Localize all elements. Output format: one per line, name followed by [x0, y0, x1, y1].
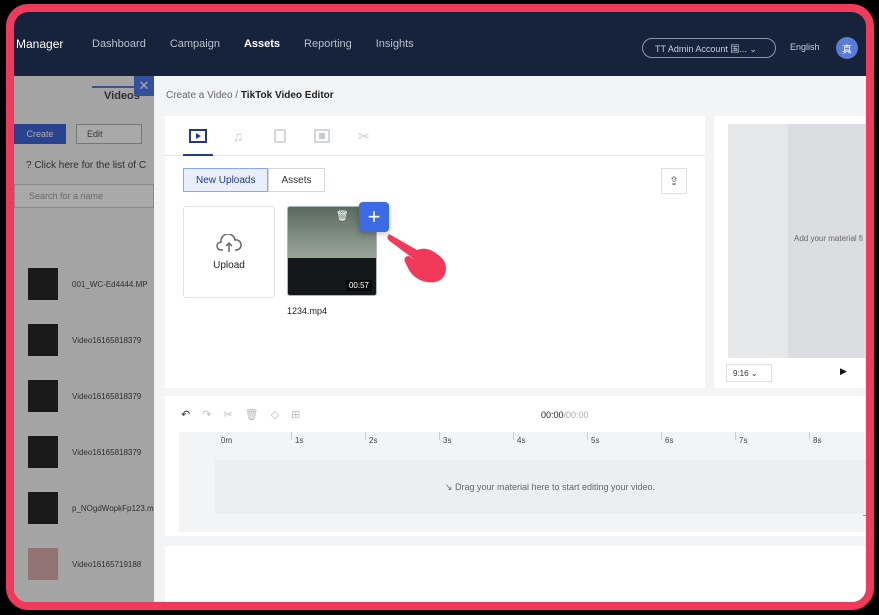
nav-campaign[interactable]: Campaign: [170, 38, 220, 50]
tab-new-uploads[interactable]: New Uploads: [183, 168, 269, 192]
app-frame: Manager Dashboard Campaign Assets Report…: [6, 4, 874, 610]
video-editor: Create a Video / TikTok Video Editor ♫ ✂…: [154, 76, 866, 602]
timeline-ruler: 0m 1s 2s 3s 4s 5s 6s 7s 8s: [179, 432, 866, 454]
redo-icon[interactable]: ↷: [202, 408, 211, 421]
tick-label: 3s: [443, 436, 452, 445]
upload-source-toggle: New Uploads Assets: [183, 168, 325, 192]
breadcrumb-parent[interactable]: Create a Video: [166, 90, 233, 101]
sticker-icon[interactable]: [313, 128, 331, 144]
account-selector[interactable]: TT Admin Account 国... ⌄: [642, 38, 776, 58]
nav-reporting[interactable]: Reporting: [304, 38, 352, 50]
timeline-track: 0m 1s 2s 3s 4s 5s 6s 7s 8s ↘ Drag your m…: [179, 432, 866, 532]
aspect-ratio-select[interactable]: 9:16 ⌄: [726, 364, 772, 382]
cloud-upload-icon: [216, 233, 242, 252]
tick-label: 7s: [739, 436, 748, 445]
pointing-hand-icon: [387, 234, 446, 283]
active-tab-underline: [183, 154, 213, 156]
preview-panel: Add your material fi 9:16 ⌄ ▶: [714, 116, 866, 388]
overlay-dim: [14, 76, 154, 602]
tick-label: 5s: [591, 436, 600, 445]
timeline-drop-zone[interactable]: ↘ Drag your material here to start editi…: [215, 460, 866, 514]
top-nav: Manager Dashboard Campaign Assets Report…: [14, 12, 866, 76]
nav-dashboard[interactable]: Dashboard: [92, 38, 146, 50]
text-icon[interactable]: [271, 128, 289, 144]
timecode-total: /00:00: [563, 410, 589, 420]
upload-button[interactable]: Upload: [183, 206, 275, 298]
erase-icon[interactable]: ◇: [271, 408, 279, 421]
breadcrumb-current: TikTok Video Editor: [240, 90, 334, 101]
crop-icon[interactable]: ⊞: [291, 408, 300, 421]
chevron-down-icon: ⌄: [750, 368, 758, 378]
play-icon[interactable]: ▶: [840, 366, 847, 377]
tick-label: 4s: [517, 436, 526, 445]
avatar[interactable]: 真: [836, 37, 858, 59]
breadcrumb: Create a Video / TikTok Video Editor: [166, 90, 334, 101]
video-filename: 1234.mp4: [287, 306, 328, 316]
delete-icon[interactable]: 🗑: [245, 408, 259, 421]
tick-label: 6s: [665, 436, 674, 445]
tick-label: 2s: [369, 436, 378, 445]
aspect-ratio-value: 9:16: [733, 368, 749, 378]
language-selector[interactable]: English: [790, 42, 820, 52]
preview-placeholder: Add your material fi: [794, 234, 863, 243]
editor-footer: [165, 546, 866, 602]
tick-label: 1s: [295, 436, 304, 445]
video-duration: 00:57: [345, 280, 372, 291]
music-icon[interactable]: ♫: [229, 128, 247, 144]
zoom-out-icon[interactable]: —: [863, 510, 866, 521]
trash-icon[interactable]: 🗑: [336, 211, 349, 222]
menu-edge: [867, 42, 873, 56]
media-tabs: ♫ ✂: [165, 116, 705, 156]
tick-label: 8s: [813, 436, 822, 445]
add-to-timeline-button[interactable]: +: [359, 202, 389, 232]
timecode: 00:00/00:00: [541, 410, 589, 420]
tab-assets[interactable]: Assets: [268, 168, 325, 192]
timeline-toolbar: ↶ ↷ ✂ 🗑 ◇ ⊞: [181, 408, 300, 421]
tick-label: 0m: [221, 436, 233, 445]
brand-name: Manager: [16, 37, 64, 51]
timecode-current: 00:00: [541, 410, 564, 420]
upload-label: Upload: [213, 259, 245, 271]
cut-icon[interactable]: ✂: [223, 408, 232, 421]
effect-icon[interactable]: ✂: [355, 128, 373, 144]
nav-insights[interactable]: Insights: [376, 38, 414, 50]
nav-assets[interactable]: Assets: [244, 38, 280, 50]
undo-icon[interactable]: ↶: [181, 408, 190, 421]
left-panel: Videos ✕ Create Edit ? Click here for th…: [14, 76, 154, 602]
timeline-panel: ↶ ↷ ✂ 🗑 ◇ ⊞ 00:00/00:00 0m 1s 2s 3s 4s 5…: [165, 396, 866, 536]
export-icon[interactable]: ⇪: [661, 168, 687, 194]
media-panel: ♫ ✂ New Uploads Assets ⇪ Upload 🗑 00:57 …: [165, 116, 705, 388]
video-icon[interactable]: [189, 128, 207, 144]
breadcrumb-separator: /: [232, 90, 241, 101]
